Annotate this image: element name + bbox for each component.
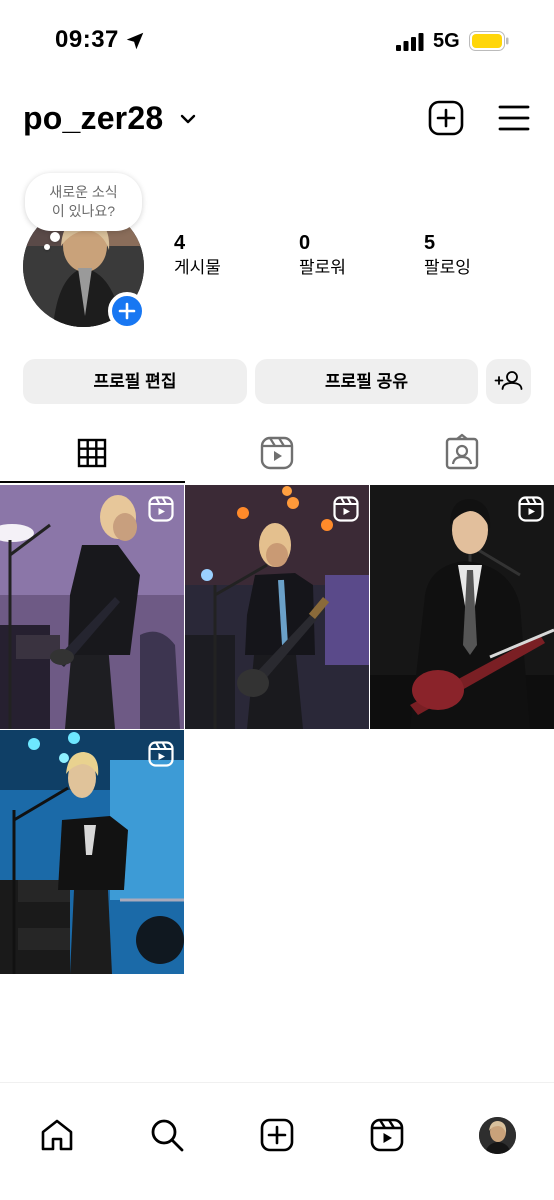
create-icon[interactable] (259, 1117, 295, 1153)
stat-following[interactable]: 5 팔로잉 (424, 232, 471, 280)
reel-icon (148, 741, 174, 767)
post-tile[interactable] (0, 730, 184, 974)
stat-followers-label: 팔로워 (299, 258, 346, 277)
tagged-icon[interactable] (444, 430, 480, 483)
reel-icon (333, 496, 359, 522)
post-tile[interactable] (185, 485, 369, 729)
network-type: 5G (433, 30, 460, 52)
reels-tab-icon[interactable] (259, 430, 295, 483)
discover-people-button[interactable] (486, 359, 531, 404)
share-profile-button[interactable]: 프로필 공유 (255, 359, 478, 404)
edit-profile-button[interactable]: 프로필 편집 (23, 359, 247, 404)
battery-icon (469, 31, 509, 51)
reels-icon[interactable] (369, 1117, 405, 1153)
note-text: 새로운 소식이 있나요? (49, 184, 118, 219)
profile-tabs (0, 430, 554, 483)
note-bubble-tail (50, 232, 60, 242)
reel-icon (518, 496, 544, 522)
status-bar: 09:37 5G (0, 0, 554, 84)
cellular-signal-icon (396, 33, 424, 51)
stat-posts-count: 4 (174, 232, 186, 254)
active-tab-indicator (0, 481, 185, 483)
create-post-icon[interactable] (428, 100, 464, 136)
post-tile[interactable] (0, 485, 184, 729)
plus-icon (118, 302, 136, 320)
stat-posts-label: 게시물 (174, 258, 221, 277)
reel-icon (148, 496, 174, 522)
note-bubble-tail-small (44, 244, 50, 250)
home-icon[interactable] (39, 1117, 75, 1153)
profile-avatar-tab[interactable] (479, 1117, 516, 1154)
note-bubble[interactable]: 새로운 소식이 있나요? (25, 173, 142, 231)
post-tile[interactable] (370, 485, 554, 729)
grid-icon[interactable] (76, 430, 109, 483)
menu-icon[interactable] (497, 102, 531, 134)
stat-following-count: 5 (424, 232, 436, 254)
status-time: 09:37 (55, 26, 119, 53)
stat-followers[interactable]: 0 팔로워 (299, 232, 346, 280)
add-person-icon (494, 371, 523, 390)
search-icon[interactable] (149, 1117, 185, 1153)
location-arrow-icon (126, 32, 144, 50)
username-switcher[interactable]: po_zer28 (23, 100, 163, 137)
stat-posts[interactable]: 4 게시물 (174, 232, 221, 280)
stat-following-label: 팔로잉 (424, 258, 471, 277)
stat-followers-count: 0 (299, 232, 311, 254)
profile-header: po_zer28 (0, 96, 554, 146)
chevron-down-icon[interactable] (178, 109, 198, 129)
add-story-button[interactable] (108, 292, 146, 330)
bottom-nav (0, 1082, 554, 1200)
